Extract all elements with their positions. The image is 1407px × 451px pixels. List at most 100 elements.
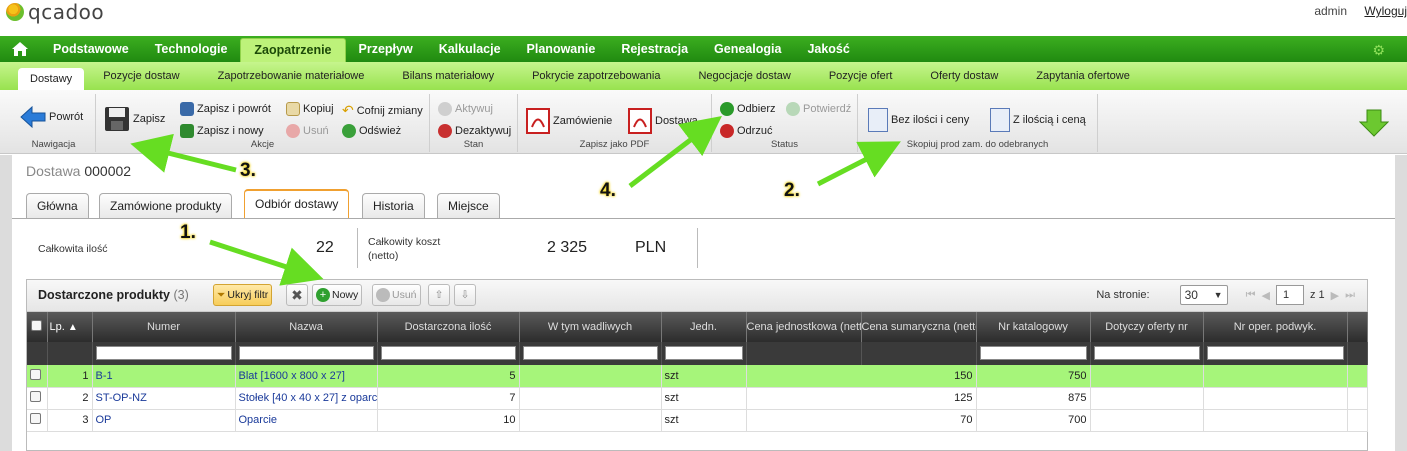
prev-page-icon[interactable]: ◀ xyxy=(1261,289,1269,302)
page-input[interactable]: 1 xyxy=(1275,285,1304,305)
row-select-cell[interactable] xyxy=(27,409,48,432)
logout-link[interactable]: Wyloguj xyxy=(1364,4,1407,18)
first-page-icon[interactable]: ⏮ xyxy=(1246,289,1256,302)
col-header-nr-kat[interactable]: Nr katalogowy xyxy=(976,312,1091,342)
col-header-oferta[interactable]: Dotyczy oferty nr xyxy=(1090,312,1204,342)
cell-numer[interactable]: ST-OP-NZ xyxy=(92,387,236,410)
tab-miejsce[interactable]: Miejsce xyxy=(437,193,500,218)
subnav-item-negocjacje[interactable]: Negocjacje dostaw xyxy=(679,62,809,90)
select-all-header[interactable] xyxy=(27,312,48,342)
nav-item-technologie[interactable]: Technologie xyxy=(142,36,241,62)
collapse-ribbon-icon[interactable] xyxy=(1359,108,1389,138)
subnav-item-dostawy[interactable]: Dostawy xyxy=(18,68,85,90)
tab-odbior-dostawy[interactable]: Odbiór dostawy xyxy=(244,189,350,219)
col-header-cena-sum[interactable]: Cena sumaryczna (netto) xyxy=(861,312,977,342)
total-cost-label-line2: (netto) xyxy=(368,250,399,262)
refresh-button[interactable]: Odśwież xyxy=(342,124,401,138)
per-page-select[interactable]: 30 ▼ xyxy=(1179,285,1228,305)
col-header-oper[interactable]: Nr oper. podwyk. xyxy=(1203,312,1348,342)
row-checkbox[interactable] xyxy=(30,391,41,402)
last-page-icon[interactable]: ⏭ xyxy=(1345,289,1355,302)
cell-numer[interactable]: B-1 xyxy=(92,365,236,388)
filter-nr-kat-input[interactable] xyxy=(979,346,1087,361)
pdf-order-button[interactable]: Zamówienie xyxy=(526,108,612,134)
nav-item-jakosc[interactable]: Jakość xyxy=(794,36,862,62)
cell-nazwa[interactable]: Oparcie xyxy=(235,409,378,432)
select-all-checkbox[interactable] xyxy=(31,320,43,331)
col-header-numer[interactable]: Numer xyxy=(92,312,236,342)
refresh-label: Odśwież xyxy=(359,125,402,137)
table-row[interactable]: 2 ST-OP-NZ Stołek [40 x 40 x 27] z oparc… xyxy=(27,387,1368,410)
home-button[interactable] xyxy=(0,36,40,62)
cell-nazwa[interactable]: Stołek [40 x 40 x 27] z oparciem xyxy=(235,387,378,410)
move-up-button[interactable]: ⇧ xyxy=(428,284,450,306)
undo-button[interactable]: ↶ Cofnij zmiany xyxy=(342,102,423,119)
save-new-button[interactable]: Zapisz i nowy xyxy=(180,124,264,138)
nav-item-podstawowe[interactable]: Podstawowe xyxy=(40,36,142,62)
delete-button[interactable]: Usuń xyxy=(286,124,329,138)
nav-item-genealogia[interactable]: Genealogia xyxy=(701,36,794,62)
filter-jedn-input[interactable] xyxy=(664,346,743,361)
subnav-item-pozycje-ofert[interactable]: Pozycje ofert xyxy=(810,62,912,90)
new-button[interactable]: + Nowy xyxy=(312,284,363,306)
subnav-item-pokrycie[interactable]: Pokrycie zapotrzebowania xyxy=(513,62,679,90)
col-header-dostarczona-ilosc[interactable]: Dostarczona ilość xyxy=(377,312,520,342)
col-header-cena-jedn[interactable]: Cena jednostkowa (netto) xyxy=(746,312,862,342)
copy-button[interactable]: Kopiuj xyxy=(286,102,334,116)
activate-button[interactable]: Aktywuj xyxy=(438,102,493,116)
next-page-icon[interactable]: ▶ xyxy=(1331,289,1339,302)
nav-item-rejestracja[interactable]: Rejestracja xyxy=(608,36,701,62)
confirm-button[interactable]: Potwierdź xyxy=(786,102,851,116)
table-row[interactable]: 3 OP Oparcie 10 szt 70 700 xyxy=(27,409,1368,432)
table-row[interactable]: 1 B-1 Blat [1600 x 800 x 27] 5 szt 150 7… xyxy=(27,365,1368,388)
deactivate-button[interactable]: Dezaktywuj xyxy=(438,124,511,138)
col-header-filler xyxy=(1347,312,1368,342)
gear-icon[interactable]: ⚙ xyxy=(1372,42,1385,59)
tab-historia[interactable]: Historia xyxy=(362,193,425,218)
back-button[interactable]: Powrót xyxy=(20,106,83,128)
cell-numer[interactable]: OP xyxy=(92,409,236,432)
total-cost-label: Całkowity koszt (netto) xyxy=(368,235,440,263)
copy-label: Kopiuj xyxy=(303,103,334,115)
cell-nazwa[interactable]: Blat [1600 x 800 x 27] xyxy=(235,365,378,388)
subnav-item-zapotrzebowanie[interactable]: Zapotrzebowanie materiałowe xyxy=(199,62,384,90)
row-checkbox[interactable] xyxy=(30,368,41,380)
nav-item-zaopatrzenie[interactable]: Zaopatrzenie xyxy=(240,38,346,62)
col-header-nazwa[interactable]: Nazwa xyxy=(235,312,378,342)
copy-with-qty-button[interactable]: Z ilością i ceną xyxy=(990,108,1086,132)
clear-filter-button[interactable]: ✖ xyxy=(286,284,308,306)
toggle-filter-button[interactable]: ⏷ Ukryj filtr xyxy=(213,284,273,306)
tab-zamowione-produkty[interactable]: Zamówione produkty xyxy=(99,193,233,218)
subnav-item-zapytania[interactable]: Zapytania ofertowe xyxy=(1017,62,1149,90)
filter-wadliwych-input[interactable] xyxy=(522,346,658,361)
copy-without-qty-button[interactable]: Bez ilości i ceny xyxy=(868,108,969,132)
cell-lp: 1 xyxy=(47,365,93,388)
row-checkbox[interactable] xyxy=(30,413,41,424)
filter-oper-input[interactable] xyxy=(1206,346,1344,361)
tab-glowna[interactable]: Główna xyxy=(26,193,89,218)
close-icon: ✖ xyxy=(291,286,303,303)
nav-item-przeplyw[interactable]: Przepływ xyxy=(346,36,426,62)
col-header-lp[interactable]: Lp. ▲ xyxy=(47,312,93,342)
reject-button[interactable]: Odrzuć xyxy=(720,124,772,138)
filter-nazwa-input[interactable] xyxy=(238,346,374,361)
subnav-item-oferty[interactable]: Oferty dostaw xyxy=(911,62,1017,90)
subnav-item-pozycje-dostaw[interactable]: Pozycje dostaw xyxy=(84,62,198,90)
subnav-item-bilans[interactable]: Bilans materiałowy xyxy=(383,62,513,90)
col-header-jedn[interactable]: Jedn. xyxy=(661,312,747,342)
filter-numer-input[interactable] xyxy=(95,346,232,361)
save-back-button[interactable]: Zapisz i powrót xyxy=(180,102,271,116)
col-header-wadliwych[interactable]: W tym wadliwych xyxy=(519,312,662,342)
move-down-button[interactable]: ⇩ xyxy=(454,284,476,306)
nav-item-planowanie[interactable]: Planowanie xyxy=(514,36,609,62)
pdf-delivery-button[interactable]: Dostawa xyxy=(628,108,698,134)
nav-item-kalkulacje[interactable]: Kalkulacje xyxy=(426,36,514,62)
row-select-cell[interactable] xyxy=(27,387,48,410)
cell-wadliwych xyxy=(519,365,662,388)
row-select-cell[interactable] xyxy=(27,365,48,388)
grid-delete-button[interactable]: Usuń xyxy=(372,284,421,306)
save-button[interactable]: Zapisz xyxy=(104,106,165,132)
filter-oferta-input[interactable] xyxy=(1093,346,1200,361)
filter-ilosc-input[interactable] xyxy=(380,346,516,361)
receive-button[interactable]: Odbierz xyxy=(720,102,776,116)
